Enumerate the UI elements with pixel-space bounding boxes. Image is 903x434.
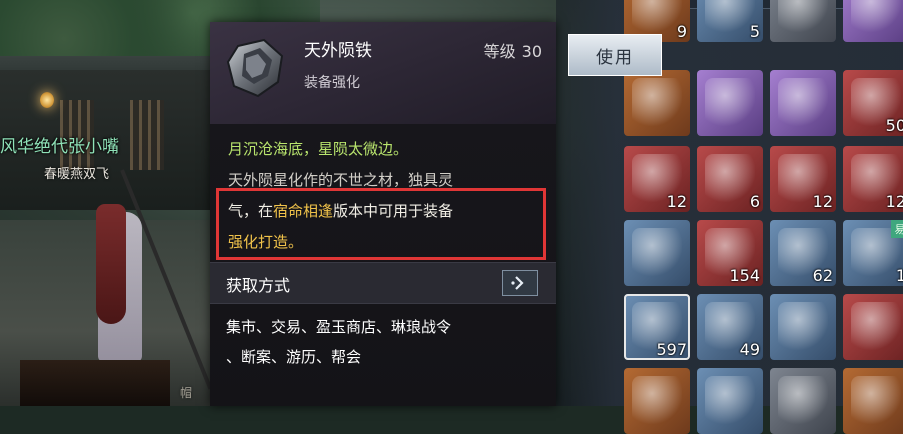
box-icon	[632, 376, 682, 426]
level-value: 30	[521, 42, 542, 61]
player-title: 春暖燕双飞	[44, 167, 110, 182]
emblem-icon	[851, 302, 901, 352]
bone-icon	[705, 376, 755, 426]
acquire-line: 集市、交易、盈玉商店、琳琅战令	[226, 318, 452, 336]
item-count: 154	[729, 266, 760, 285]
inventory-slot[interactable]: 5	[697, 0, 763, 42]
flower-icon	[778, 302, 828, 352]
inventory-slot[interactable]	[770, 368, 836, 434]
inventory-slot[interactable]	[624, 368, 690, 434]
branch-icon	[632, 228, 682, 278]
inventory-slot[interactable]: 62	[770, 220, 836, 286]
inventory-slot[interactable]	[770, 0, 836, 42]
inventory-slot[interactable]	[697, 368, 763, 434]
inventory-slot[interactable]	[843, 294, 903, 360]
item-count: 49	[739, 340, 760, 359]
scroll-icon	[632, 0, 682, 34]
charm-icon	[705, 154, 755, 204]
inventory-slot[interactable]: 6	[697, 146, 763, 212]
inventory-slot[interactable]	[624, 220, 690, 286]
meteorite-icon	[224, 36, 288, 100]
map-icon	[632, 78, 682, 128]
bottle-icon	[705, 0, 755, 34]
acquire-title: 获取方式	[226, 276, 291, 295]
item-type: 装备强化	[304, 75, 360, 91]
inventory-slot[interactable]: 12	[770, 146, 836, 212]
inventory-slot[interactable]: 597	[624, 294, 690, 360]
desc-poem: 月沉沧海底，星陨太微边。	[228, 140, 409, 158]
player-name: 风华绝代张小嘴	[0, 137, 119, 157]
inventory-slot[interactable]: 12	[843, 146, 903, 212]
inventory-slot[interactable]: 154	[697, 220, 763, 286]
lantern	[40, 92, 54, 108]
ticket-icon	[778, 78, 828, 128]
arrow-right-icon	[511, 276, 524, 290]
bench	[20, 360, 170, 406]
item-count: 9	[676, 22, 687, 41]
tool-icon	[778, 376, 828, 426]
tool-icon	[778, 0, 828, 34]
inventory-slot[interactable]	[843, 0, 903, 42]
level-label: 等级	[483, 42, 516, 61]
item-count: 50	[885, 116, 903, 135]
inventory-slot[interactable]: 50	[843, 70, 903, 136]
item-count: 12	[812, 192, 833, 211]
item-count: 6	[749, 192, 760, 211]
item-name: 天外陨铁	[304, 41, 372, 61]
use-button[interactable]: 使用	[568, 34, 662, 76]
item-count: 597	[656, 340, 687, 359]
inventory-slot[interactable]: 12	[624, 146, 690, 212]
inventory-slot[interactable]	[697, 70, 763, 136]
acquire-sources: 集市、交易、盈玉商店、琳琅战令 、断案、游历、帮会	[226, 312, 546, 372]
highlight-annotation-box	[216, 188, 546, 260]
inventory-slot[interactable]	[770, 294, 836, 360]
inventory-slot[interactable]: 49	[697, 294, 763, 360]
book-icon	[851, 376, 901, 426]
tradable-badge: 易	[891, 220, 903, 238]
acquire-line: 、断案、游历、帮会	[226, 348, 362, 366]
item-level: 等级 30	[478, 38, 542, 62]
acquire-header: 获取方式	[210, 262, 556, 304]
house-window	[130, 100, 164, 170]
inventory-slot[interactable]	[624, 70, 690, 136]
inventory-slot[interactable]: 1易	[843, 220, 903, 286]
inventory-slot[interactable]	[770, 70, 836, 136]
gem-icon	[851, 0, 901, 34]
item-count: 12	[885, 192, 903, 211]
acquire-expand-button[interactable]	[502, 270, 538, 296]
item-count: 62	[812, 266, 833, 285]
brush-icon	[705, 78, 755, 128]
player-hair	[96, 204, 126, 324]
item-count: 12	[666, 192, 687, 211]
item-count: 5	[749, 22, 760, 41]
inventory-slot[interactable]	[843, 368, 903, 434]
item-count: 1	[895, 266, 903, 285]
stall-text: 帽	[180, 386, 193, 400]
